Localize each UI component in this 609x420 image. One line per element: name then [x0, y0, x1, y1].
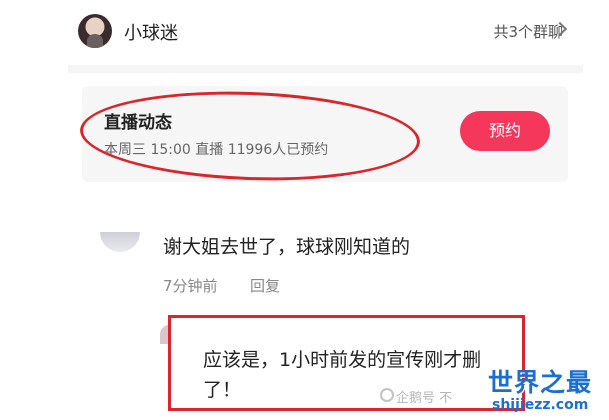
group-header[interactable]: 小球迷 共3个群聊	[0, 0, 609, 62]
watermark-domain: shijiezz.com	[492, 397, 589, 413]
group-chat-link[interactable]: 共3个群聊	[493, 21, 563, 42]
reply-link[interactable]: 回复	[250, 275, 280, 296]
penguin-watermark-icon	[380, 388, 394, 402]
user-avatar[interactable]	[78, 14, 112, 48]
username[interactable]: 小球迷	[124, 19, 178, 45]
comment-timestamp: 7分钟前	[163, 277, 218, 295]
watermark-source: 企鹅号 不	[396, 391, 453, 406]
watermark-logo: 世界之最	[488, 368, 593, 397]
reply-text: 应该是，1小时前发的宣传刚才删了！	[203, 349, 482, 401]
commenter-avatar[interactable]	[100, 232, 140, 252]
section-divider	[68, 65, 583, 73]
reserve-button[interactable]: 预约	[460, 111, 550, 151]
comment-text: 谢大姐去世了，球球刚知道的	[163, 236, 411, 258]
